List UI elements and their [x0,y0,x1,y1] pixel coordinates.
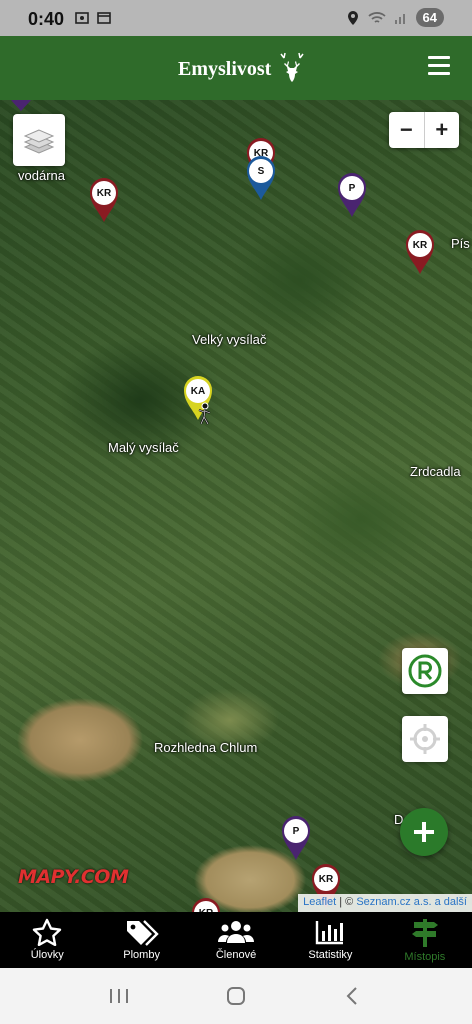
recent-apps-icon[interactable] [108,986,130,1006]
map-attribution: Leaflet | © Seznam.cz a.s. a další [298,894,472,912]
place-label-maly-vysilac: Malý vysílač [108,440,179,455]
hamburger-icon[interactable] [428,56,450,76]
map-marker-p[interactable]: P [280,814,312,862]
marker-label: P [340,176,364,200]
plus-icon [414,822,434,842]
place-label-rozhledna: Rozhledna Chlum [154,740,258,755]
hunter-icon [198,402,211,425]
seznam-link[interactable]: Seznam.cz a.s. a další [356,896,467,908]
back-icon[interactable] [342,985,364,1007]
nav-item-clenove[interactable]: Členové [189,912,283,968]
chart-icon [316,921,344,945]
mapy-logo[interactable]: MAPY.COM [18,866,129,888]
crosshair-icon [410,724,440,754]
marker-label: KR [408,233,432,257]
leaflet-link[interactable]: Leaflet [303,896,336,908]
zoom-control: − + [389,112,459,148]
deer-icon [280,52,304,82]
zoom-out-button[interactable]: − [389,112,424,148]
register-button[interactable] [402,648,448,694]
brand[interactable]: Emyslivost [178,52,309,86]
nav-item-ulovky[interactable]: Úlovky [0,912,94,968]
map-marker-s[interactable]: S [245,154,277,202]
map-marker-kr[interactable]: KR [190,896,222,912]
signal-icon [394,13,405,24]
people-icon [218,921,255,943]
map-marker-kr[interactable]: KR [404,228,436,276]
nav-label: Úlovky [30,949,64,961]
map-view[interactable]: vodárna Velký vysílač Malý vysílač Zrdca… [0,100,472,912]
marker-label: P [284,819,308,843]
registered-icon [408,654,442,688]
map-marker-p[interactable]: P [336,171,368,219]
app-header: Emyslivost [0,36,472,100]
locate-button[interactable] [402,716,448,762]
marker-label: KR [92,181,116,205]
add-button[interactable] [400,808,448,856]
battery-indicator: 64 [415,8,444,27]
place-label-zrdcadla: Zrdcadla [410,464,461,479]
place-label-velky-vysilac: Velký vysílač [192,332,267,347]
nav-label: Místopis [404,951,446,963]
layers-icon [23,129,55,154]
status-right: 64 [346,8,444,27]
place-label-pis: Pís [451,236,470,251]
marker-label: KA [186,379,210,403]
signpost-icon [411,919,438,947]
bottom-nav: Úlovky Plomby Členové Statistiky Místopi… [0,912,472,968]
card-icon [97,12,111,24]
status-bar: 0:40 64 [0,0,472,36]
nav-item-mistopis[interactable]: Místopis [378,912,472,968]
nav-label: Statistiky [308,949,353,961]
mapy-logo-text: MAPY.COM [18,866,129,888]
map-marker-kr[interactable]: KR [88,176,120,224]
system-nav-bar [0,968,472,1024]
marker-label: KR [314,867,338,891]
attribution-separator: | © [336,896,357,908]
place-label-vodarna: vodárna [18,168,65,183]
layers-button[interactable] [13,114,65,166]
map-marker-partial[interactable] [6,100,36,112]
wifi-icon [367,11,386,23]
nav-label: Plomby [123,949,160,961]
marker-label: S [249,159,273,183]
home-icon[interactable] [225,985,247,1007]
status-time: 0:40 [28,9,65,29]
location-icon [347,10,358,25]
nav-item-statistiky[interactable]: Statistiky [283,912,377,968]
zoom-in-button[interactable]: + [423,112,460,148]
nav-label: Členové [215,949,257,961]
star-icon [33,918,62,946]
status-left-icons [74,10,112,26]
tag-icon [126,920,159,946]
nav-item-plomby[interactable]: Plomby [94,912,188,968]
brand-title: Emyslivost [178,57,272,80]
screenshot-icon [75,12,89,24]
